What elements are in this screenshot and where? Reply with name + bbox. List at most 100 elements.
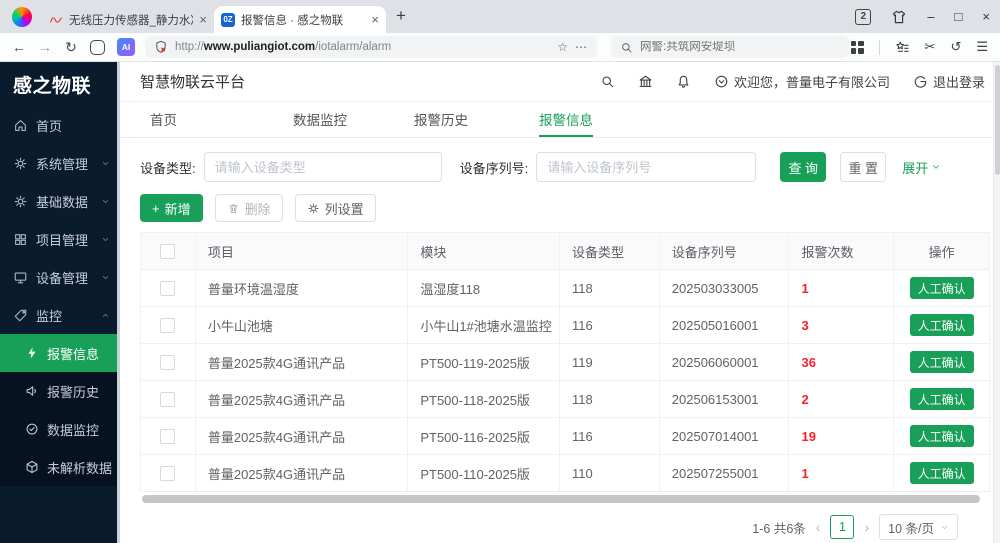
tab-count-badge[interactable]: 2 [855,9,871,25]
scrollbar-thumb[interactable] [995,65,1000,175]
menu-icon[interactable]: ☰ [976,39,988,55]
sidebar-item-monitor[interactable]: 监控 [0,296,120,334]
bookmarks-list-icon[interactable] [895,40,910,55]
ai-extension-icon[interactable]: AI [117,38,135,56]
scissors-icon[interactable]: ✂ [925,39,936,55]
sidebar-item-basedata[interactable]: 基础数据 [0,182,120,220]
prev-page-icon[interactable]: ‹ [816,519,821,535]
lightning-icon [25,346,39,360]
serial-input[interactable] [536,152,756,182]
user-welcome[interactable]: 欢迎您，普量电子有限公司 [714,72,890,91]
logout-button[interactable]: 退出登录 [913,72,985,91]
next-page-icon[interactable]: › [864,519,869,535]
tab-alarm-history[interactable]: 报警历史 [414,102,468,137]
confirm-button[interactable]: 人工确认 [910,388,974,410]
bookmark-star-icon[interactable]: ☆ [557,40,568,54]
sidebar-item-unparsed-data[interactable]: 未解析数据 [0,448,120,486]
confirm-button[interactable]: 人工确认 [910,351,974,373]
bank-icon[interactable] [638,74,653,89]
shield-icon[interactable] [154,40,168,54]
row-checkbox[interactable] [160,466,175,481]
tab-home[interactable]: 首页 [150,102,177,137]
row-checkbox[interactable] [160,281,175,296]
close-window-button[interactable]: × [982,9,990,24]
plus-icon: + [152,201,160,216]
serial-cell: 202507014001 [660,418,790,454]
tab-alarm-info[interactable]: 报警信息 [539,102,593,137]
forward-button[interactable]: → [32,39,58,55]
row-checkbox[interactable] [160,355,175,370]
device-type-cell: 116 [560,307,660,343]
sidebar-item-data-monitor[interactable]: 数据监控 [0,410,120,448]
browser-search-box[interactable] [611,36,849,58]
undo-icon[interactable]: ↺ [950,39,961,55]
tab1-close-icon[interactable]: × [199,12,207,27]
alarm-count-cell: 2 [789,381,894,417]
chevron-down-icon [101,159,110,168]
device-type-input[interactable] [204,152,442,182]
column-header[interactable]: 操作 [894,233,989,269]
confirm-button[interactable]: 人工确认 [910,277,974,299]
new-tab-button[interactable]: + [396,6,406,26]
row-check-cell [141,307,196,343]
sidebar-item-label: 基础数据 [36,192,88,211]
device-type-cell: 118 [560,270,660,306]
column-header[interactable]: 项目 [196,233,408,269]
page-actions-icon[interactable]: ⋯ [575,40,588,54]
scrollbar-thumb[interactable] [142,495,980,503]
column-header[interactable]: 设备序列号 [660,233,790,269]
row-checkbox[interactable] [160,429,175,444]
delete-label: 删除 [245,199,271,218]
sidebar-item-system[interactable]: 系统管理 [0,144,120,182]
confirm-button[interactable]: 人工确认 [910,314,974,336]
browser-logo-icon[interactable] [12,7,32,27]
header-actions: 欢迎您，普量电子有限公司 退出登录 [600,72,985,91]
confirm-button[interactable]: 人工确认 [910,462,974,484]
browser-search-input[interactable] [640,41,840,53]
delete-button[interactable]: 删除 [215,194,283,222]
vertical-scrollbar[interactable] [993,62,1000,543]
page-size-value: 10 条/页 [888,518,934,537]
back-button[interactable]: ← [6,39,32,55]
page-number-button[interactable]: 1 [830,515,854,539]
module-cell: PT500-118-2025版 [408,381,560,417]
column-header[interactable]: 设备类型 [560,233,660,269]
home-button[interactable] [90,40,105,55]
address-bar[interactable]: http://www.puliangiot.com/iotalarm/alarm… [145,36,597,58]
chevron-down-icon [101,235,110,244]
browser-tab-2[interactable]: 0Z 报警信息 · 感之物联 × [214,6,386,33]
page-tabs: 首页 数据监控 报警历史 报警信息 [120,102,1000,138]
sidebar-item-alarm-info[interactable]: 报警信息 [0,334,120,372]
bell-icon[interactable] [676,74,691,89]
expand-link[interactable]: 展开 [902,158,941,177]
column-header[interactable]: 报警次数 [789,233,894,269]
row-checkbox[interactable] [160,392,175,407]
sidebar-item-device[interactable]: 设备管理 [0,258,120,296]
search-button[interactable]: 查 询 [780,152,826,182]
sidebar-item-alarm-history[interactable]: 报警历史 [0,372,120,410]
column-settings-button[interactable]: 列设置 [295,194,376,222]
tab2-close-icon[interactable]: × [371,12,379,27]
minimize-button[interactable]: – [927,9,934,24]
sidebar-item-home[interactable]: 首页 [0,106,120,144]
browser-tab-1[interactable]: 无线压力传感器_静力水准仪_ × [42,6,214,33]
add-button[interactable]: + 新增 [140,194,203,222]
column-header[interactable]: 模块 [408,233,560,269]
sidebar-item-label: 设备管理 [36,268,88,287]
url-text[interactable]: http://www.puliangiot.com/iotalarm/alarm [175,41,550,53]
tag-icon [13,308,28,323]
apps-grid-icon[interactable] [851,41,864,54]
sidebar-item-project[interactable]: 项目管理 [0,220,120,258]
horizontal-scrollbar[interactable] [140,495,990,503]
table-row: 普量2025款4G通讯产品 PT500-119-2025版 119 202506… [141,343,989,380]
confirm-button[interactable]: 人工确认 [910,425,974,447]
reload-button[interactable]: ↻ [58,39,84,56]
maximize-button[interactable]: □ [955,9,963,24]
search-icon[interactable] [600,74,615,89]
select-all-checkbox[interactable] [160,244,175,259]
extension-shirt-icon[interactable] [891,9,907,25]
row-checkbox[interactable] [160,318,175,333]
reset-button[interactable]: 重 置 [840,152,886,182]
tab-data-monitor[interactable]: 数据监控 [293,102,347,137]
page-size-select[interactable]: 10 条/页 [879,514,958,540]
